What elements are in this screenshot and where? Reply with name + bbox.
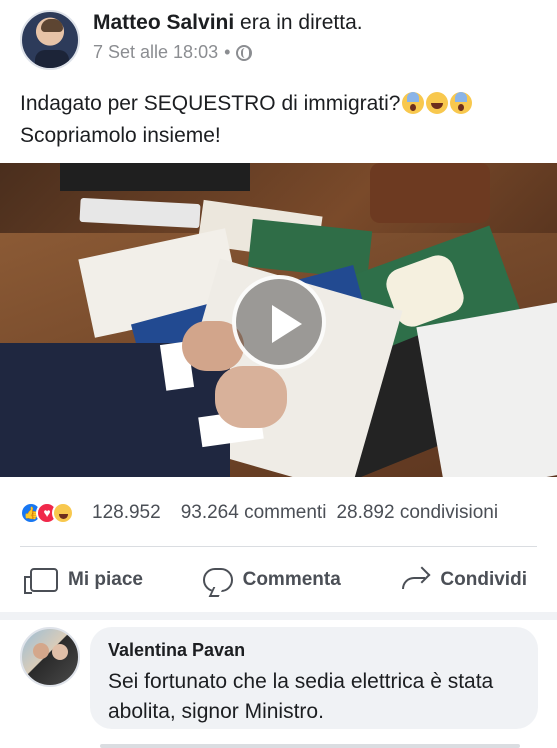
post-text: Indagato per SEQUESTRO di immigrati? Sco… xyxy=(20,88,540,152)
live-status: era in diretta. xyxy=(240,11,363,34)
video-hand xyxy=(215,366,287,428)
globe-icon xyxy=(236,44,253,61)
comment-author-avatar[interactable] xyxy=(20,627,80,687)
comment-bubble-icon xyxy=(202,568,233,592)
video-chair xyxy=(370,163,490,223)
post-actions: Mi piace Commenta Condividi xyxy=(0,556,557,604)
comment-text: Sei fortunato che la sedia elettrica è s… xyxy=(108,670,494,723)
video-paper xyxy=(416,301,557,477)
laughing-face-emoji-icon xyxy=(426,92,449,114)
reaction-count[interactable]: 128.952 xyxy=(92,502,161,524)
post-text-line2: Scopriamolo insieme! xyxy=(20,124,221,147)
author-avatar[interactable] xyxy=(20,10,80,70)
comments-divider xyxy=(0,612,557,620)
video-keyboard xyxy=(79,197,201,229)
comment-bubble[interactable]: Valentina Pavan Sei fortunato che la sed… xyxy=(90,627,538,729)
post-header: Matteo Salvini era in diretta. 7 Set all… xyxy=(20,8,540,70)
video-monitor xyxy=(60,163,250,191)
author-line: Matteo Salvini era in diretta. xyxy=(93,10,363,36)
share-arrow-icon xyxy=(400,568,430,592)
reaction-icons[interactable]: 👍 ♥ xyxy=(20,502,74,524)
author-name[interactable]: Matteo Salvini xyxy=(93,11,234,34)
like-button[interactable]: Mi piace xyxy=(24,568,143,594)
shares-count[interactable]: 28.892 condivisioni xyxy=(336,502,498,524)
meta-separator: • xyxy=(224,42,231,62)
post-text-line1: Indagato per SEQUESTRO di immigrati? xyxy=(20,92,401,115)
haha-icon xyxy=(52,502,74,524)
comment-author[interactable]: Valentina Pavan xyxy=(108,639,520,662)
play-icon[interactable] xyxy=(232,275,326,369)
reaction-divider xyxy=(20,546,537,547)
video-player[interactable] xyxy=(0,163,557,477)
screaming-face-emoji-icon xyxy=(402,92,425,114)
post-meta: 7 Set alle 18:03 • xyxy=(93,42,253,63)
post-timestamp[interactable]: 7 Set alle 18:03 xyxy=(93,42,218,63)
like-label: Mi piace xyxy=(68,569,143,590)
reactions-summary[interactable]: 👍 ♥ 128.952 93.264 commenti 28.892 condi… xyxy=(20,497,545,529)
comments-count[interactable]: 93.264 commenti xyxy=(181,502,327,524)
screaming-face-emoji-icon xyxy=(450,92,473,114)
share-label: Condividi xyxy=(440,569,527,590)
share-button[interactable]: Condividi xyxy=(400,568,527,592)
thumbs-up-icon xyxy=(24,568,58,594)
comment-label: Commenta xyxy=(242,569,341,590)
next-comment-edge xyxy=(100,744,520,748)
comment-button[interactable]: Commenta xyxy=(202,568,341,592)
